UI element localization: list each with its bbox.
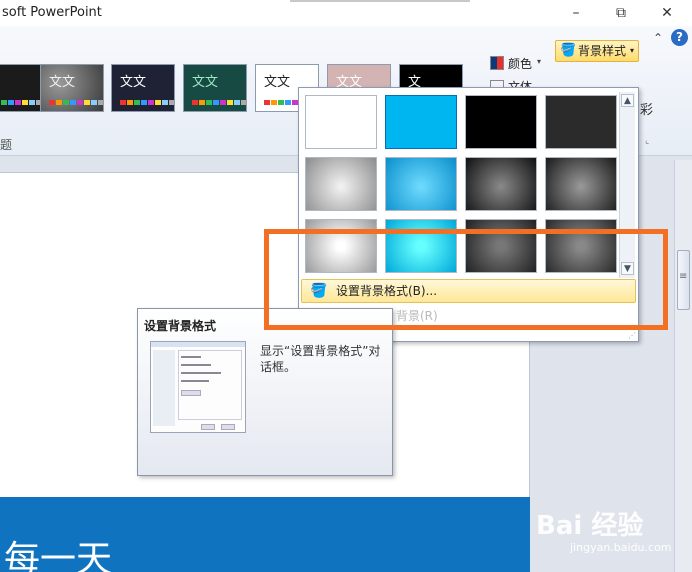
highlight-annotation-box xyxy=(264,229,668,330)
theme-color-strip xyxy=(49,100,103,105)
colors-icon xyxy=(490,56,504,70)
window-title: soft PowerPoint xyxy=(2,5,102,20)
background-style-swatch[interactable] xyxy=(305,95,377,149)
theme-sample-text: 文文 xyxy=(120,75,147,90)
theme-sample-text: 文文 xyxy=(192,75,219,90)
theme-color-strip xyxy=(120,100,174,105)
background-styles-label: 背景样式 xyxy=(578,44,627,58)
theme-thumbnail[interactable] xyxy=(0,64,42,112)
theme-color-strip xyxy=(0,100,41,105)
ribbon-side-glyph: 彩 xyxy=(640,103,654,118)
paint-bucket-icon: 🪣 xyxy=(560,43,577,58)
tooltip-description: 显示“设置背景格式”对话框。 xyxy=(260,344,381,374)
background-styles-button[interactable]: 🪣 背景样式 ▾ xyxy=(555,40,639,62)
theme-sample-text: 文文 xyxy=(264,75,291,90)
background-style-swatch[interactable] xyxy=(385,157,457,211)
theme-thumbnail[interactable]: 文文 xyxy=(40,64,104,112)
scroll-up-icon[interactable]: ▲ xyxy=(621,94,634,107)
window-shadow-line xyxy=(290,0,470,2)
background-style-swatch[interactable] xyxy=(385,95,457,149)
slide-title-text[interactable]: 每一天 xyxy=(4,530,112,572)
baidu-watermark-url: jingyan.baidu.com xyxy=(570,541,672,554)
ribbon-collapse-icon[interactable]: ⌃ xyxy=(653,31,663,45)
tooltip: 设置背景格式 显示“设置背景格式”对话框。 xyxy=(137,308,393,476)
scrollbar-thumb[interactable] xyxy=(677,250,690,310)
background-style-swatch[interactable] xyxy=(465,95,537,149)
dialog-preview-thumbnail xyxy=(150,341,246,433)
colors-button[interactable]: 颜色 xyxy=(508,55,532,73)
theme-color-strip xyxy=(192,100,246,105)
maximize-button[interactable]: ⧉ xyxy=(611,4,631,22)
theme-thumbnail[interactable]: 文文 xyxy=(111,64,175,112)
background-style-swatch[interactable] xyxy=(545,157,617,211)
background-style-swatch[interactable] xyxy=(465,157,537,211)
group-dialog-launcher-icon[interactable]: ⌞ xyxy=(645,136,649,146)
theme-thumbnail[interactable]: 文文 xyxy=(183,64,247,112)
background-style-swatch[interactable] xyxy=(545,95,617,149)
chevron-down-icon: ▾ xyxy=(629,46,634,55)
background-style-swatch[interactable] xyxy=(305,157,377,211)
tooltip-title: 设置背景格式 xyxy=(144,319,217,333)
chevron-down-icon: ▾ xyxy=(537,57,542,66)
minimize-button[interactable]: – xyxy=(566,4,586,22)
close-button[interactable]: ✕ xyxy=(657,4,677,22)
title-bar: soft PowerPoint – ⧉ ✕ xyxy=(0,0,692,26)
vertical-scrollbar[interactable] xyxy=(674,160,692,572)
theme-sample-text: 文文 xyxy=(49,75,76,90)
themes-group-label: 题 xyxy=(0,138,13,152)
baidu-watermark-logo: Bai 经验 xyxy=(536,511,644,541)
help-icon[interactable]: ? xyxy=(671,29,688,46)
resize-grip-icon[interactable]: ⋰ xyxy=(628,331,636,340)
